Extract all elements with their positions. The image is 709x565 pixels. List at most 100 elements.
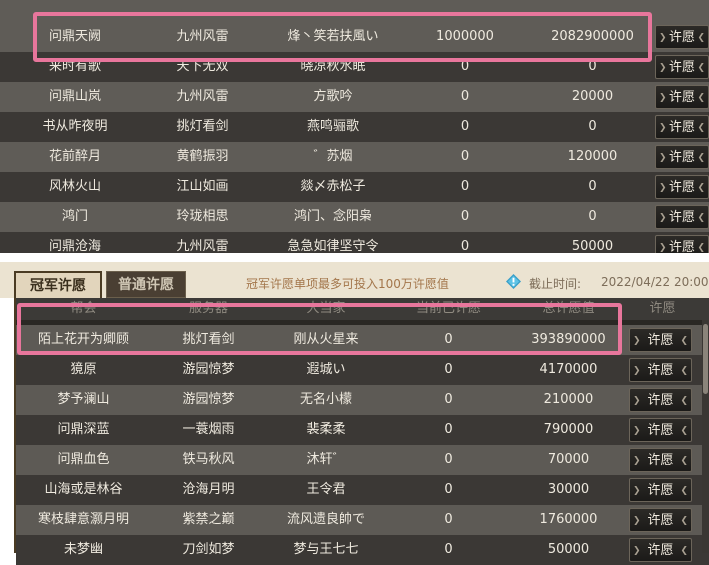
server-name: 刀剑如梦 <box>182 542 235 557</box>
current-wish-value: 0 <box>444 392 453 407</box>
total-wish-value: 0 <box>588 179 597 194</box>
server-name: 挑灯看剑 <box>176 119 229 134</box>
wish-button[interactable]: ❯ 许愿 ❮ <box>629 418 692 442</box>
table-scrollbar[interactable] <box>702 320 709 553</box>
table-row: 风林火山 江山如画 燚〆赤松子 0 0 ❯ 许愿 ❮ <box>0 172 709 202</box>
wish-button[interactable]: ❯ 许愿 ❮ <box>655 145 709 169</box>
header-server: 服务器 <box>188 301 228 316</box>
wish-button[interactable]: ❯ 许愿 ❮ <box>629 538 692 562</box>
server-name: 沧海月明 <box>182 482 235 497</box>
wish-button[interactable]: ❯ 许愿 ❮ <box>629 328 692 352</box>
current-wish-value: 0 <box>444 512 453 527</box>
total-wish-value: 1760000 <box>539 512 598 527</box>
chevron-left-icon: ❮ <box>697 153 705 163</box>
guild-name: 书从昨夜明 <box>42 119 108 134</box>
chevron-left-icon: ❮ <box>680 546 688 556</box>
table-row: 问鼎天阙 九州风雷 烽丶笑若扶風い 1000000 2082900000 ❯ 许愿… <box>0 22 709 52</box>
wish-button[interactable]: ❯ 许愿 ❮ <box>655 175 709 199</box>
server-name: 九州风雷 <box>176 239 229 253</box>
header-leader: 大当家 <box>306 301 346 316</box>
leader-name: 鸿门、念阳枭 <box>293 209 372 224</box>
wish-button[interactable]: ❯ 许愿 ❮ <box>655 85 709 109</box>
guild-name: 问鼎沧海 <box>48 239 101 253</box>
leader-name: 燕鸣骊歌 <box>306 119 359 134</box>
chevron-left-icon: ❮ <box>697 243 705 253</box>
current-wish-value: 0 <box>444 542 453 557</box>
chevron-left-icon: ❮ <box>697 33 705 43</box>
server-name: 游园惊梦 <box>182 392 235 407</box>
leader-name: 裴柔柔 <box>306 422 346 437</box>
table-row: 花前醉月 黄鹤振羽 ゛苏烟 0 120000 ❯ 许愿 ❮ <box>0 142 709 172</box>
wish-button[interactable]: ❯ 许愿 ❮ <box>655 55 709 79</box>
chevron-left-icon: ❮ <box>697 123 705 133</box>
current-wish-value: 0 <box>460 149 470 164</box>
wish-button[interactable]: ❯ 许愿 ❮ <box>629 508 692 532</box>
guild-name: 问鼎山岚 <box>48 89 101 104</box>
tab-normal-wish[interactable]: 普通许愿 <box>106 271 186 298</box>
table-row: 寒枝肆意灏月明 紫禁之巅 流风遗良帥で 0 1760000 ❯ 许愿 ❮ <box>16 505 709 535</box>
wish-button[interactable]: ❯ 许愿 ❮ <box>629 478 692 502</box>
server-name: 玲珑相思 <box>176 209 229 224</box>
wish-button[interactable]: ❯ 许愿 ❮ <box>629 388 692 412</box>
wish-button[interactable]: ❯ 许愿 ❮ <box>655 115 709 139</box>
table-row: 梦予澜山 游园惊梦 无名小檬 0 210000 ❯ 许愿 ❮ <box>16 385 709 415</box>
leader-name: 刚从火星来 <box>293 332 359 347</box>
total-wish-value: 120000 <box>567 149 618 164</box>
total-wish-value: 393890000 <box>531 332 606 347</box>
chevron-left-icon: ❮ <box>680 396 688 406</box>
tab-champion-wish[interactable]: 冠军许愿 <box>14 271 102 298</box>
guild-name: 问鼎深蓝 <box>57 422 110 437</box>
leader-name: 沐轩゛ <box>306 452 346 467</box>
table-row: 问鼎深蓝 一蓑烟雨 裴柔柔 0 790000 ❯ 许愿 ❮ <box>16 415 709 445</box>
wish-button[interactable]: ❯ 许愿 ❮ <box>629 448 692 472</box>
table-row: 山海或是林谷 沧海月明 王令君 0 30000 ❯ 许愿 ❮ <box>16 475 709 505</box>
chevron-right-icon: ❯ <box>633 516 641 526</box>
chevron-right-icon: ❯ <box>659 243 667 253</box>
server-name: 挑灯看剑 <box>182 332 235 347</box>
leader-name: 燚〆赤松子 <box>300 179 366 194</box>
guild-name: 来时有歌 <box>48 59 101 74</box>
leader-name: 急急如律坚守令 <box>287 239 379 253</box>
leader-name: 无名小檬 <box>299 392 352 407</box>
chevron-left-icon: ❮ <box>697 63 705 73</box>
total-wish-value: 0 <box>588 59 597 74</box>
table-row-partial <box>0 0 709 22</box>
chevron-right-icon: ❯ <box>659 183 667 193</box>
chevron-right-icon: ❯ <box>659 123 667 133</box>
total-wish-value: 4170000 <box>539 362 598 377</box>
chevron-left-icon: ❮ <box>680 456 688 466</box>
current-wish-value: 0 <box>444 452 453 467</box>
header-guild: 帮会 <box>70 301 97 316</box>
current-wish-value: 0 <box>460 179 470 194</box>
table-row: 獍原 游园惊梦 遐城い 0 4170000 ❯ 许愿 ❮ <box>16 355 709 385</box>
server-name: 铁马秋风 <box>182 452 235 467</box>
header-wish: 许愿 <box>649 301 676 316</box>
leader-name: 梦与王七七 <box>293 542 359 557</box>
top-wish-table: 问鼎天阙 九州风雷 烽丶笑若扶風い 1000000 2082900000 ❯ 许愿… <box>0 0 709 253</box>
current-wish-value: 0 <box>460 119 470 134</box>
chevron-left-icon: ❮ <box>680 516 688 526</box>
chevron-right-icon: ❯ <box>659 63 667 73</box>
chevron-left-icon: ❮ <box>680 486 688 496</box>
wish-button[interactable]: ❯ 许愿 ❮ <box>629 358 692 382</box>
chevron-right-icon: ❯ <box>659 33 667 43</box>
table-row: 未梦幽 刀剑如梦 梦与王七七 0 50000 ❯ 许愿 ❮ <box>16 535 709 565</box>
total-wish-value: 70000 <box>547 452 590 467</box>
wish-button[interactable]: ❯ 许愿 ❮ <box>655 235 709 253</box>
total-wish-value: 790000 <box>543 422 594 437</box>
table-row: 问鼎沧海 九州风雷 急急如律坚守令 0 50000 ❯ 许愿 ❮ <box>0 232 709 253</box>
current-wish-value: 0 <box>444 362 453 377</box>
current-wish-value: 0 <box>460 89 470 104</box>
scrollbar-thumb[interactable] <box>703 324 708 394</box>
chevron-left-icon: ❮ <box>697 183 705 193</box>
leader-name: 方歌吟 <box>313 89 353 104</box>
leader-name: ゛苏烟 <box>313 149 353 164</box>
champion-wish-table: 帮会 服务器 大当家 当前已许愿 总许愿值 许愿 陌上花开为卿顾 挑灯看剑 刚从… <box>14 298 709 565</box>
deadline-label: 截止时间: <box>529 277 582 291</box>
wish-button[interactable]: ❯ 许愿 ❮ <box>655 205 709 229</box>
chevron-right-icon: ❯ <box>633 426 641 436</box>
current-wish-value: 0 <box>444 422 453 437</box>
guild-name: 梦予澜山 <box>57 392 110 407</box>
wish-button[interactable]: ❯ 许愿 ❮ <box>655 25 709 49</box>
diamond-info-icon <box>506 274 521 289</box>
